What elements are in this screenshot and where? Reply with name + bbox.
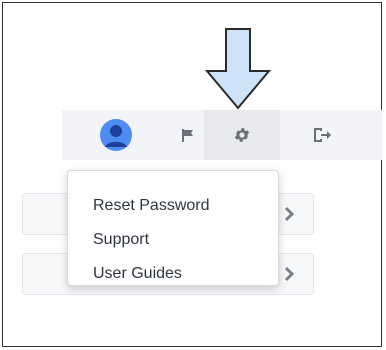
callout-arrow [205, 28, 271, 110]
settings-button[interactable] [204, 110, 280, 160]
menu-item-user-guides[interactable]: User Guides [68, 257, 278, 291]
logout-button[interactable] [292, 110, 352, 160]
chevron-right-icon [284, 206, 295, 222]
menu-item-support[interactable]: Support [68, 223, 278, 257]
settings-dropdown-menu: Reset Password Support User Guides [67, 170, 279, 286]
user-menu-button[interactable] [86, 110, 146, 160]
top-toolbar [62, 110, 382, 160]
logout-icon [314, 128, 331, 142]
gear-icon [234, 128, 250, 142]
chevron-right-icon [284, 266, 295, 282]
avatar-icon [100, 119, 132, 151]
menu-item-reset-password[interactable]: Reset Password [68, 189, 278, 223]
flag-icon [182, 129, 193, 142]
